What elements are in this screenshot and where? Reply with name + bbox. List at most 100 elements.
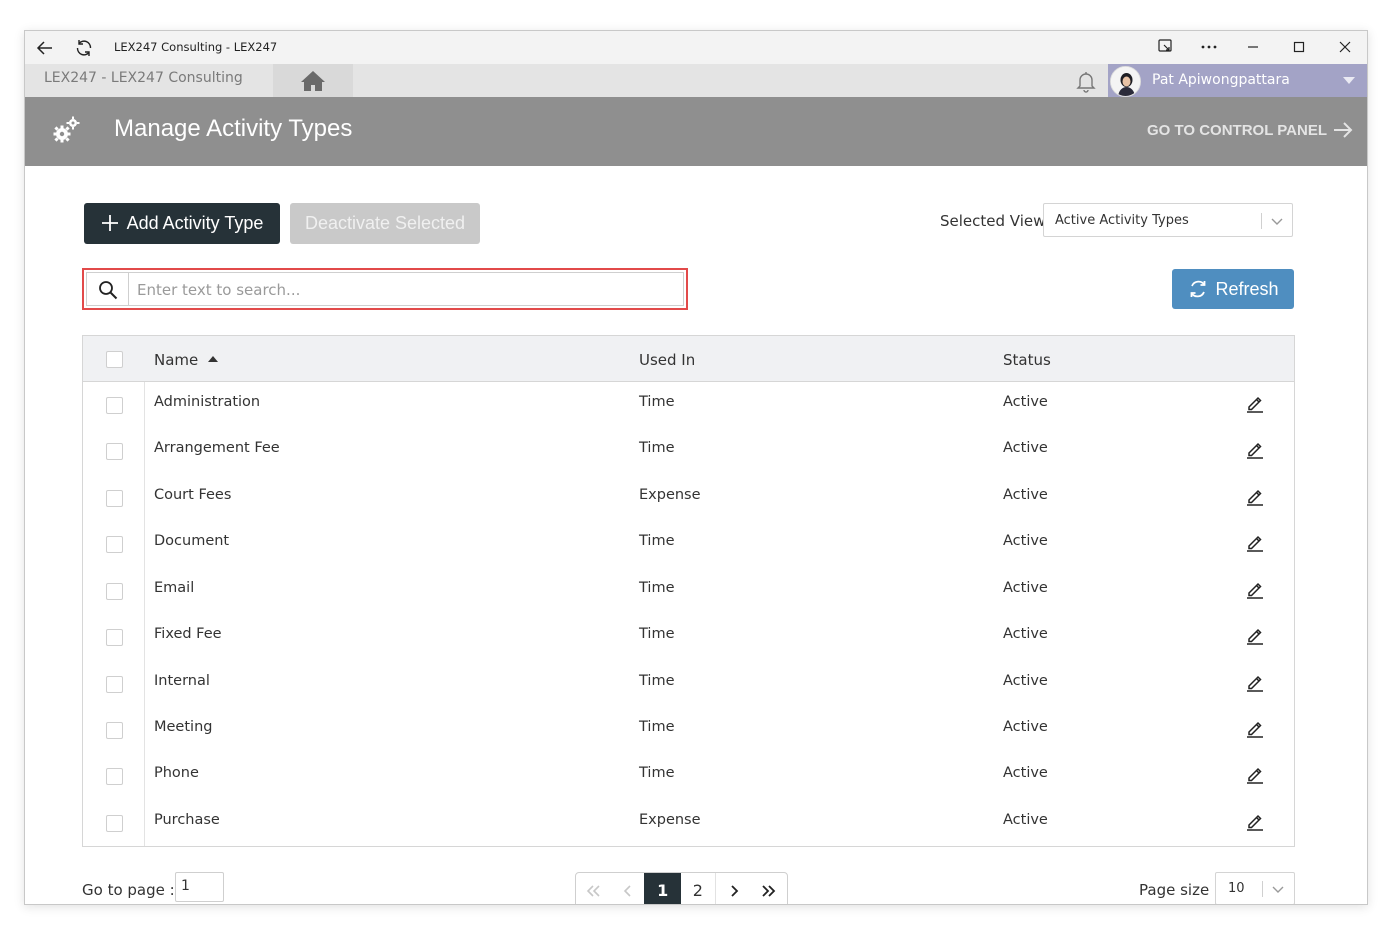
last-page-button[interactable] (751, 873, 787, 904)
cell-name: Court Fees (154, 487, 232, 503)
grid-header: Name Used In Status (83, 336, 1294, 382)
app-header: LEX247 - LEX247 Consulting Pat Apiwongpa… (25, 64, 1367, 97)
page-size-label: Page size : (1139, 881, 1219, 899)
goto-page-label: Go to page : (82, 881, 175, 899)
search-divider (128, 273, 129, 305)
row-checkbox[interactable] (106, 443, 123, 460)
cast-icon[interactable] (1154, 36, 1178, 58)
table-row: Fixed Fee Time Active (83, 614, 1294, 660)
control-panel-link[interactable]: GO TO CONTROL PANEL (1147, 121, 1353, 139)
edit-pencil-icon[interactable] (1244, 810, 1266, 832)
refresh-button[interactable]: Refresh (1172, 269, 1294, 309)
next-page-button[interactable] (716, 873, 752, 904)
previous-page-button[interactable] (611, 873, 645, 904)
cell-status: Active (1003, 626, 1048, 642)
column-header-status[interactable]: Status (1003, 351, 1051, 369)
cell-name: Arrangement Fee (154, 440, 280, 456)
refresh-icon (1191, 280, 1206, 298)
page-size-dropdown[interactable]: 10 (1215, 872, 1295, 904)
edit-pencil-icon[interactable] (1244, 485, 1266, 507)
cell-status: Active (1003, 719, 1048, 735)
double-chevron-left-icon (587, 884, 600, 897)
add-activity-type-button[interactable]: Add Activity Type (84, 203, 280, 244)
goto-page-input[interactable]: 1 (175, 872, 224, 902)
cell-name: Fixed Fee (154, 626, 222, 642)
edit-pencil-icon[interactable] (1244, 763, 1266, 785)
cell-status: Active (1003, 812, 1048, 828)
cell-used-in: Expense (639, 812, 701, 828)
home-tab[interactable] (273, 64, 353, 97)
arrow-right-icon (1334, 122, 1353, 138)
add-activity-type-label: Add Activity Type (126, 213, 264, 233)
table-row: Phone Time Active (83, 753, 1294, 799)
row-checkbox[interactable] (106, 536, 123, 553)
table-row: Meeting Time Active (83, 707, 1294, 753)
edit-pencil-icon[interactable] (1244, 578, 1266, 600)
table-row: Email Time Active (83, 568, 1294, 614)
chevron-down-icon (1271, 881, 1285, 900)
edit-pencil-icon[interactable] (1244, 392, 1266, 414)
page-title: Manage Activity Types (114, 115, 353, 142)
bell-icon[interactable] (1073, 68, 1099, 94)
row-checkbox[interactable] (106, 768, 123, 785)
row-checkbox[interactable] (106, 815, 123, 832)
gears-icon (50, 115, 82, 145)
row-checkbox[interactable] (106, 722, 123, 739)
deactivate-selected-button[interactable]: Deactivate Selected (290, 203, 480, 244)
cell-used-in: Expense (639, 487, 701, 503)
search-box (82, 268, 688, 310)
search-icon (97, 279, 119, 305)
window-title: LEX247 Consulting - LEX247 (114, 40, 278, 54)
selected-view-label: Selected View (940, 212, 1046, 230)
chevron-left-icon (623, 884, 631, 897)
page-1-button[interactable]: 1 (644, 873, 681, 904)
column-header-name-label: Name (154, 351, 199, 369)
chevron-down-icon (1270, 213, 1284, 232)
home-icon (301, 70, 325, 91)
edit-pencil-icon[interactable] (1244, 624, 1266, 646)
cell-used-in: Time (639, 719, 675, 735)
double-chevron-right-icon (762, 884, 776, 897)
caret-down-icon (1343, 77, 1355, 84)
column-header-used-in[interactable]: Used In (639, 351, 695, 369)
search-input[interactable] (137, 278, 677, 302)
edit-pencil-icon[interactable] (1244, 717, 1266, 739)
row-checkbox[interactable] (106, 676, 123, 693)
page-2-button[interactable]: 2 (681, 873, 716, 904)
user-menu[interactable]: Pat Apiwongpattara (1108, 64, 1367, 97)
close-icon[interactable] (1333, 36, 1357, 58)
select-all-checkbox[interactable] (106, 351, 123, 368)
row-checkbox[interactable] (106, 490, 123, 507)
dropdown-separator (1261, 213, 1262, 229)
cell-name: Phone (154, 765, 199, 781)
edit-pencil-icon[interactable] (1244, 671, 1266, 693)
user-name: Pat Apiwongpattara (1152, 72, 1290, 88)
cell-name: Purchase (154, 812, 220, 828)
column-header-name[interactable]: Name (154, 351, 219, 369)
table-row: Purchase Expense Active (83, 800, 1294, 846)
minimize-icon[interactable] (1241, 36, 1265, 58)
row-checkbox[interactable] (106, 583, 123, 600)
cell-status: Active (1003, 673, 1048, 689)
plus-icon (101, 213, 119, 233)
more-options-icon[interactable] (1197, 36, 1221, 58)
edit-pencil-icon[interactable] (1244, 531, 1266, 553)
edit-pencil-icon[interactable] (1244, 438, 1266, 460)
reload-icon[interactable] (73, 37, 95, 59)
cell-status: Active (1003, 394, 1048, 410)
selected-view-value: Active Activity Types (1055, 213, 1189, 228)
cell-used-in: Time (639, 533, 675, 549)
cell-used-in: Time (639, 580, 675, 596)
cell-used-in: Time (639, 673, 675, 689)
selected-view-dropdown[interactable]: Active Activity Types (1043, 203, 1293, 237)
row-checkbox[interactable] (106, 629, 123, 646)
cell-name: Document (154, 533, 230, 549)
row-checkbox[interactable] (106, 397, 123, 414)
first-page-button[interactable] (576, 873, 611, 904)
cell-name: Meeting (154, 719, 213, 735)
maximize-icon[interactable] (1287, 36, 1311, 58)
back-arrow-icon[interactable] (34, 37, 56, 59)
search-field-frame (86, 272, 684, 306)
page-banner: Manage Activity Types GO TO CONTROL PANE… (25, 97, 1367, 166)
control-panel-label: GO TO CONTROL PANEL (1146, 121, 1327, 139)
